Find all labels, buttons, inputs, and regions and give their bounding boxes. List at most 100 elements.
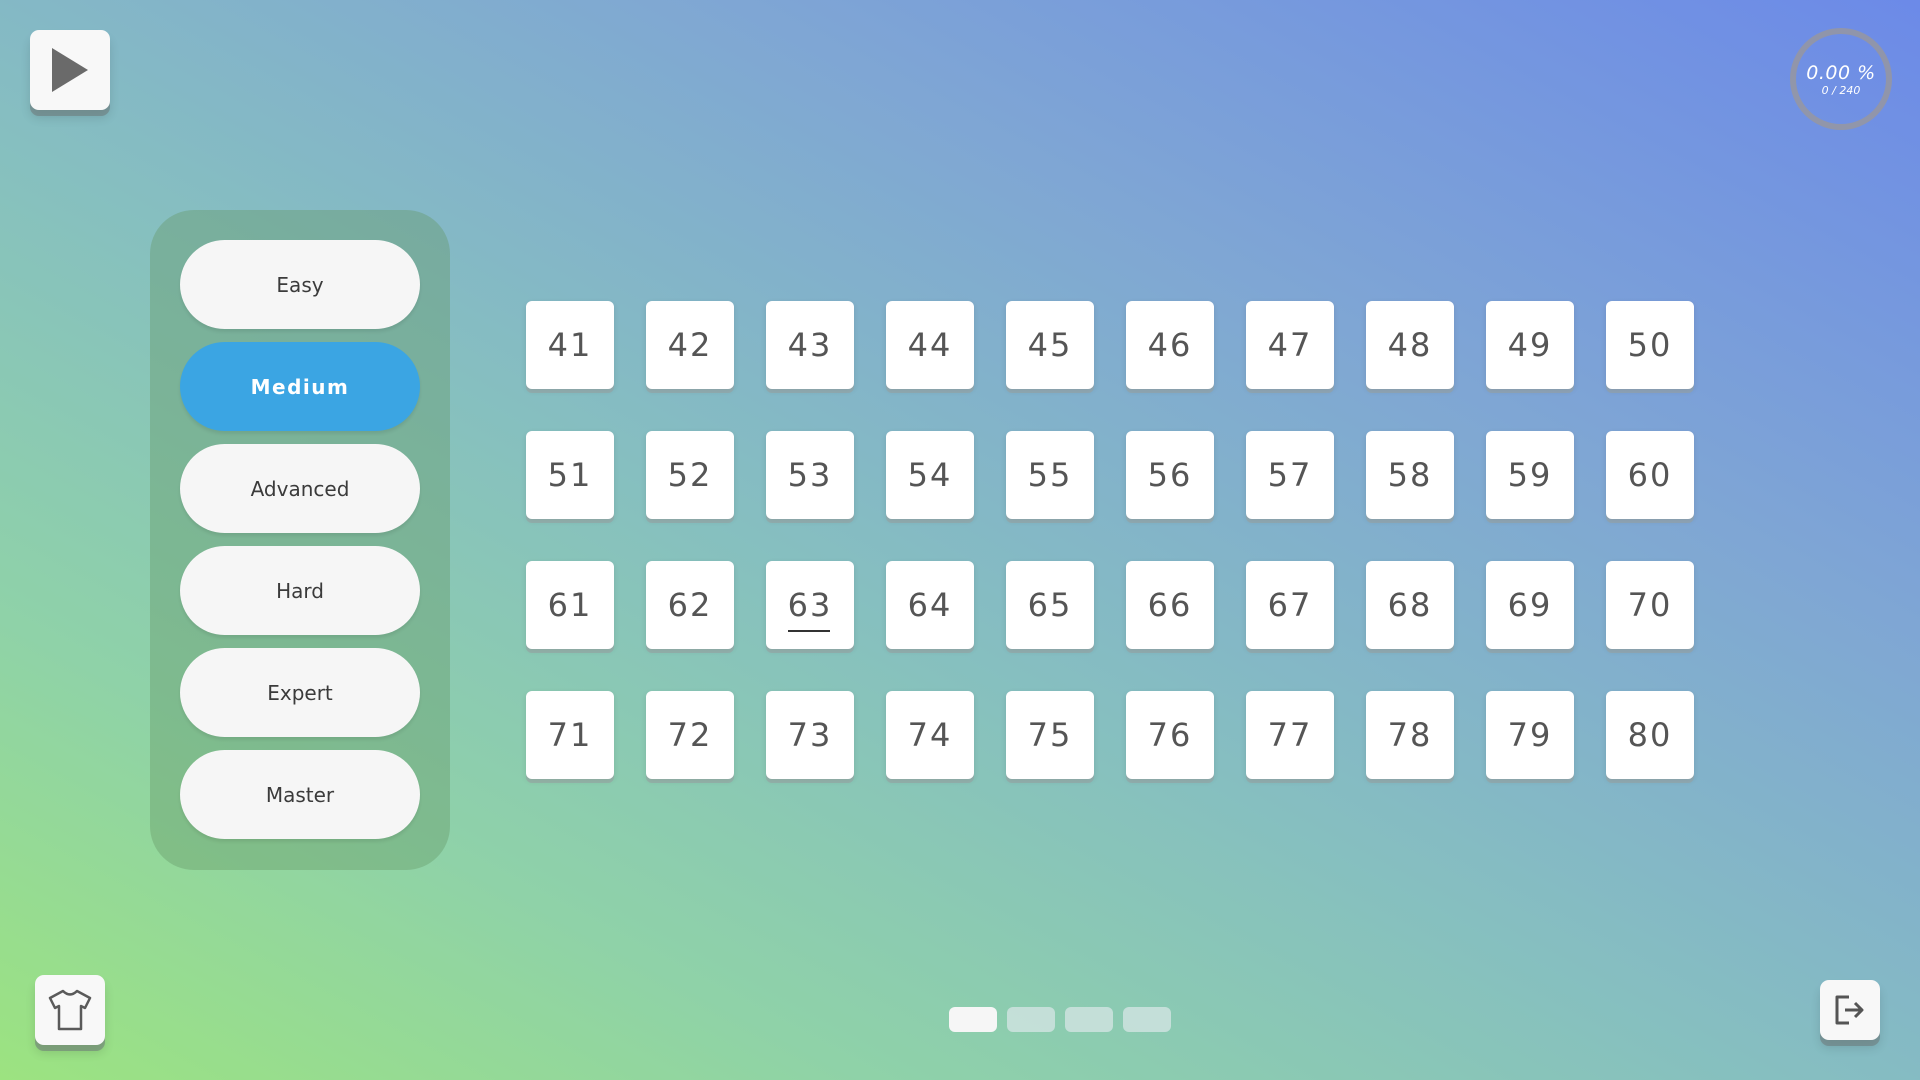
level-label: 75 xyxy=(1027,716,1073,754)
level-69-button[interactable]: 69 xyxy=(1486,561,1574,649)
level-label: 47 xyxy=(1267,326,1313,364)
level-label: 51 xyxy=(547,456,593,494)
level-65-button[interactable]: 65 xyxy=(1006,561,1094,649)
level-label: 67 xyxy=(1267,586,1313,624)
level-62-button[interactable]: 62 xyxy=(646,561,734,649)
level-54-button[interactable]: 54 xyxy=(886,431,974,519)
level-48-button[interactable]: 48 xyxy=(1366,301,1454,389)
level-label: 60 xyxy=(1627,456,1673,494)
level-66-button[interactable]: 66 xyxy=(1126,561,1214,649)
level-74-button[interactable]: 74 xyxy=(886,691,974,779)
level-41-button[interactable]: 41 xyxy=(526,301,614,389)
level-label: 53 xyxy=(787,456,833,494)
shirt-button[interactable] xyxy=(35,975,105,1045)
level-label: 76 xyxy=(1147,716,1193,754)
difficulty-hard-button[interactable]: Hard xyxy=(180,546,420,635)
level-77-button[interactable]: 77 xyxy=(1246,691,1334,779)
page-dot-3[interactable] xyxy=(1065,1007,1113,1032)
page-dot-4[interactable] xyxy=(1123,1007,1171,1032)
level-45-button[interactable]: 45 xyxy=(1006,301,1094,389)
level-label: 79 xyxy=(1507,716,1553,754)
difficulty-medium-button[interactable]: Medium xyxy=(180,342,420,431)
level-label: 58 xyxy=(1387,456,1433,494)
level-label: 63 xyxy=(787,586,833,632)
difficulty-master-button[interactable]: Master xyxy=(180,750,420,839)
level-label: 44 xyxy=(907,326,953,364)
level-label: 48 xyxy=(1387,326,1433,364)
level-78-button[interactable]: 78 xyxy=(1366,691,1454,779)
level-61-button[interactable]: 61 xyxy=(526,561,614,649)
level-57-button[interactable]: 57 xyxy=(1246,431,1334,519)
level-55-button[interactable]: 55 xyxy=(1006,431,1094,519)
level-67-button[interactable]: 67 xyxy=(1246,561,1334,649)
exit-button[interactable] xyxy=(1820,980,1880,1040)
level-label: 42 xyxy=(667,326,713,364)
play-icon xyxy=(52,48,88,92)
level-label: 72 xyxy=(667,716,713,754)
level-label: 41 xyxy=(547,326,593,364)
difficulty-panel: Easy Medium Advanced Hard Expert Master xyxy=(150,210,450,870)
level-46-button[interactable]: 46 xyxy=(1126,301,1214,389)
level-label: 71 xyxy=(547,716,593,754)
level-label: 46 xyxy=(1147,326,1193,364)
level-label: 59 xyxy=(1507,456,1553,494)
level-label: 50 xyxy=(1627,326,1673,364)
level-76-button[interactable]: 76 xyxy=(1126,691,1214,779)
level-label: 70 xyxy=(1627,586,1673,624)
level-63-button[interactable]: 63 xyxy=(766,561,854,649)
difficulty-easy-button[interactable]: Easy xyxy=(180,240,420,329)
level-label: 78 xyxy=(1387,716,1433,754)
progress-count: 0 / 240 xyxy=(1821,83,1861,97)
play-button[interactable] xyxy=(30,30,110,110)
level-label: 43 xyxy=(787,326,833,364)
progress-indicator: 0.00 % 0 / 240 xyxy=(1790,28,1892,130)
level-label: 73 xyxy=(787,716,833,754)
level-79-button[interactable]: 79 xyxy=(1486,691,1574,779)
level-80-button[interactable]: 80 xyxy=(1606,691,1694,779)
level-52-button[interactable]: 52 xyxy=(646,431,734,519)
level-label: 49 xyxy=(1507,326,1553,364)
level-71-button[interactable]: 71 xyxy=(526,691,614,779)
level-label: 80 xyxy=(1627,716,1673,754)
level-label: 54 xyxy=(907,456,953,494)
level-73-button[interactable]: 73 xyxy=(766,691,854,779)
level-58-button[interactable]: 58 xyxy=(1366,431,1454,519)
level-44-button[interactable]: 44 xyxy=(886,301,974,389)
level-47-button[interactable]: 47 xyxy=(1246,301,1334,389)
level-label: 64 xyxy=(907,586,953,624)
exit-icon xyxy=(1835,995,1864,1025)
level-label: 57 xyxy=(1267,456,1313,494)
level-59-button[interactable]: 59 xyxy=(1486,431,1574,519)
level-label: 68 xyxy=(1387,586,1433,624)
level-49-button[interactable]: 49 xyxy=(1486,301,1574,389)
level-label: 62 xyxy=(667,586,713,624)
level-75-button[interactable]: 75 xyxy=(1006,691,1094,779)
level-label: 56 xyxy=(1147,456,1193,494)
level-label: 61 xyxy=(547,586,593,624)
level-label: 77 xyxy=(1267,716,1313,754)
level-label: 55 xyxy=(1027,456,1073,494)
level-label: 69 xyxy=(1507,586,1553,624)
level-label: 74 xyxy=(907,716,953,754)
level-50-button[interactable]: 50 xyxy=(1606,301,1694,389)
level-42-button[interactable]: 42 xyxy=(646,301,734,389)
level-68-button[interactable]: 68 xyxy=(1366,561,1454,649)
level-70-button[interactable]: 70 xyxy=(1606,561,1694,649)
progress-percent: 0.00 % xyxy=(1806,61,1876,84)
level-label: 52 xyxy=(667,456,713,494)
level-64-button[interactable]: 64 xyxy=(886,561,974,649)
page-dot-1[interactable] xyxy=(949,1007,997,1032)
level-56-button[interactable]: 56 xyxy=(1126,431,1214,519)
difficulty-advanced-button[interactable]: Advanced xyxy=(180,444,420,533)
level-51-button[interactable]: 51 xyxy=(526,431,614,519)
level-label: 65 xyxy=(1027,586,1073,624)
page-dot-2[interactable] xyxy=(1007,1007,1055,1032)
level-72-button[interactable]: 72 xyxy=(646,691,734,779)
level-label: 66 xyxy=(1147,586,1193,624)
level-60-button[interactable]: 60 xyxy=(1606,431,1694,519)
level-53-button[interactable]: 53 xyxy=(766,431,854,519)
level-label: 45 xyxy=(1027,326,1073,364)
shirt-icon xyxy=(48,989,92,1031)
difficulty-expert-button[interactable]: Expert xyxy=(180,648,420,737)
level-43-button[interactable]: 43 xyxy=(766,301,854,389)
